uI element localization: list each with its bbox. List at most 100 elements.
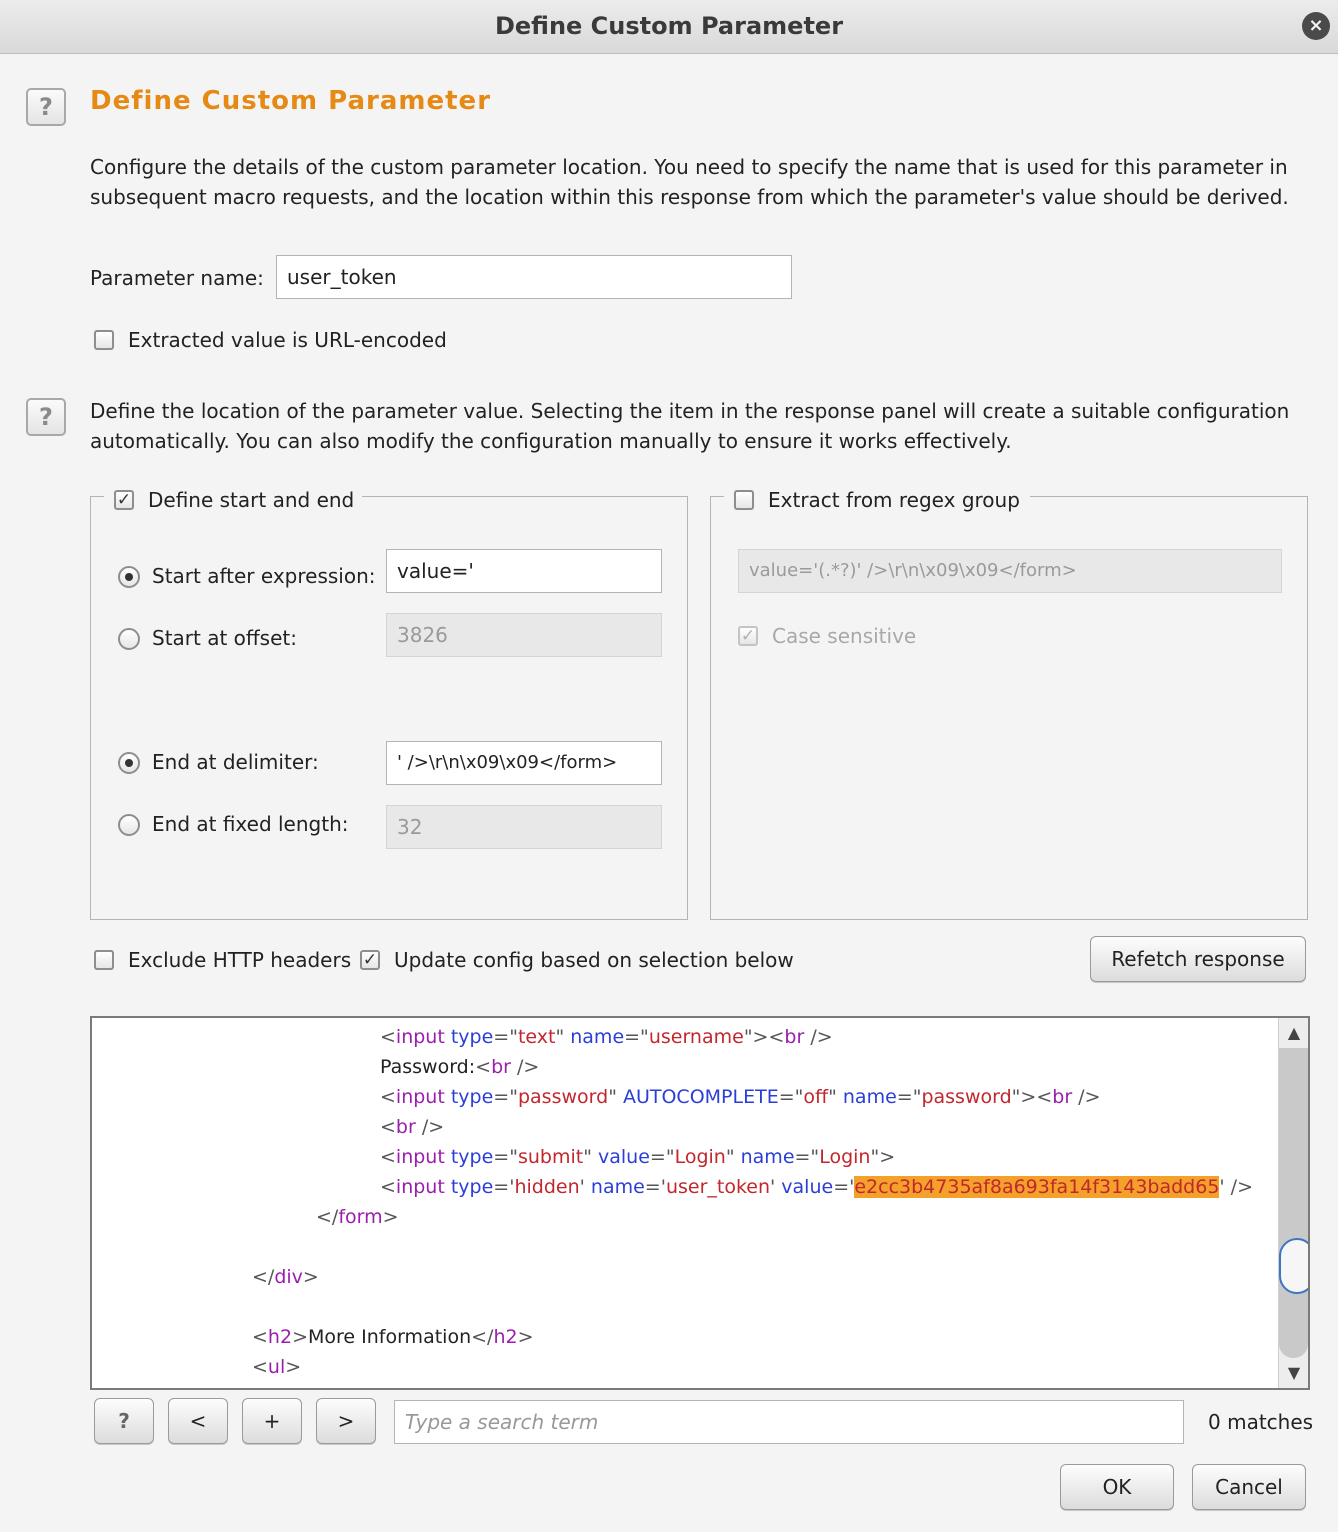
code-token: " xyxy=(725,1146,741,1168)
code-token: " xyxy=(583,1146,598,1168)
start-offset-input[interactable]: 3826 xyxy=(386,613,662,657)
end-delimiter-label: End at delimiter: xyxy=(152,750,319,774)
code-token: AUTOCOMPLETE xyxy=(622,1086,779,1108)
code-token: =' xyxy=(493,1176,515,1198)
search-add-button[interactable]: + xyxy=(242,1398,302,1444)
cancel-button[interactable]: Cancel xyxy=(1192,1464,1306,1510)
update-config-checkbox[interactable]: ✓ xyxy=(360,950,380,970)
scroll-track[interactable] xyxy=(1279,1048,1308,1358)
code-token: br xyxy=(784,1026,805,1048)
code-token: < xyxy=(380,1086,396,1108)
code-line[interactable]: <input type="password" AUTOCOMPLETE="off… xyxy=(92,1082,1278,1112)
code-token: br xyxy=(491,1056,511,1078)
window-title: Define Custom Parameter xyxy=(494,12,844,40)
code-token: > xyxy=(292,1326,308,1348)
end-fixed-input[interactable]: 32 xyxy=(386,805,662,849)
search-help-button[interactable]: ? xyxy=(94,1398,154,1444)
code-token: Login xyxy=(674,1146,726,1168)
start-offset-radio[interactable] xyxy=(118,628,140,650)
code-token: value xyxy=(781,1176,834,1198)
code-token: " xyxy=(828,1086,843,1108)
code-token: type xyxy=(450,1026,494,1048)
url-encoded-checkbox[interactable] xyxy=(94,330,114,350)
code-token: input xyxy=(395,1176,445,1198)
code-line[interactable]: </div> xyxy=(92,1262,1278,1292)
ok-button[interactable]: OK xyxy=(1060,1464,1174,1510)
code-token: =" xyxy=(778,1086,804,1108)
code-token: password xyxy=(517,1086,609,1108)
response-code[interactable]: <input type="text" name="username"><br /… xyxy=(92,1022,1278,1382)
code-line[interactable]: </form> xyxy=(92,1202,1278,1232)
code-token: input xyxy=(395,1146,445,1168)
code-token: input xyxy=(395,1086,445,1108)
search-matches: 0 matches xyxy=(1208,1410,1314,1434)
location-text: Define the location of the parameter val… xyxy=(90,399,1290,453)
code-token: value xyxy=(598,1146,650,1168)
code-token: /> xyxy=(415,1116,445,1138)
start-after-radio[interactable] xyxy=(118,566,140,588)
code-token: name xyxy=(590,1176,645,1198)
location-help-icon[interactable]: ? xyxy=(26,398,66,436)
code-token: br xyxy=(1052,1086,1073,1108)
code-token: </ xyxy=(316,1206,339,1228)
code-token: < xyxy=(380,1116,396,1138)
code-token: < xyxy=(380,1146,396,1168)
vertical-scrollbar[interactable]: ▲ ▼ xyxy=(1278,1018,1308,1388)
refetch-response-button[interactable]: Refetch response xyxy=(1090,936,1306,982)
end-delimiter-radio[interactable] xyxy=(118,752,140,774)
search-prev-button[interactable]: < xyxy=(168,1398,228,1444)
code-token: username xyxy=(648,1026,744,1048)
code-token: " xyxy=(608,1086,623,1108)
code-line[interactable]: <ul> xyxy=(92,1352,1278,1382)
code-token: form xyxy=(338,1206,383,1228)
intro-text: Configure the details of the custom para… xyxy=(90,155,1289,209)
code-token: input xyxy=(395,1026,445,1048)
code-token: h2 xyxy=(267,1326,293,1348)
start-end-checkbox[interactable]: ✓ xyxy=(114,490,134,510)
code-token: ' xyxy=(579,1176,591,1198)
code-token: name xyxy=(740,1146,795,1168)
search-input[interactable]: Type a search term xyxy=(394,1400,1184,1444)
scroll-thumb[interactable] xyxy=(1279,1238,1308,1294)
scroll-down-icon[interactable]: ▼ xyxy=(1279,1358,1308,1388)
code-line[interactable]: <br /> xyxy=(92,1112,1278,1142)
close-icon[interactable]: × xyxy=(1302,12,1330,40)
code-line[interactable] xyxy=(92,1232,1278,1262)
code-token: =' xyxy=(833,1176,855,1198)
code-line[interactable]: <input type="text" name="username"><br /… xyxy=(92,1022,1278,1052)
code-token: > xyxy=(382,1206,399,1228)
code-token: ">< xyxy=(1011,1086,1053,1108)
code-token: ' /> xyxy=(1219,1176,1254,1198)
code-token: < xyxy=(475,1056,492,1078)
param-name-label: Parameter name: xyxy=(90,266,264,290)
response-editor[interactable]: <input type="text" name="username"><br /… xyxy=(90,1016,1310,1390)
regex-input[interactable]: value='(.*?)' />\r\n\x09\x09</form> xyxy=(738,549,1282,593)
code-token: < xyxy=(252,1326,268,1348)
code-token: /> xyxy=(510,1056,540,1078)
start-end-legend: ✓ Define start and end xyxy=(104,484,362,514)
regex-label: Extract from regex group xyxy=(768,488,1020,512)
search-next-button[interactable]: > xyxy=(316,1398,376,1444)
code-token: hidden xyxy=(514,1176,580,1198)
code-token: "> xyxy=(870,1146,896,1168)
code-token: Login xyxy=(819,1146,871,1168)
exclude-headers-checkbox[interactable] xyxy=(94,950,114,970)
section-title: Define Custom Parameter xyxy=(90,86,492,116)
code-line[interactable]: <h2>More Information</h2> xyxy=(92,1322,1278,1352)
case-sensitive-checkbox[interactable]: ✓ xyxy=(738,626,758,646)
code-token: ">< xyxy=(743,1026,785,1048)
end-fixed-radio[interactable] xyxy=(118,814,140,836)
help-icon[interactable]: ? xyxy=(26,88,66,126)
exclude-headers-label: Exclude HTTP headers xyxy=(128,948,352,972)
regex-checkbox[interactable] xyxy=(734,490,754,510)
code-line[interactable]: <input type="submit" value="Login" name=… xyxy=(92,1142,1278,1172)
start-after-input[interactable]: value=' xyxy=(386,549,662,593)
end-delimiter-input[interactable]: ' />\r\n\x09\x09</form> xyxy=(386,741,662,785)
code-token: Password: xyxy=(380,1056,476,1078)
param-name-input[interactable]: user_token xyxy=(276,255,792,299)
code-line[interactable]: <input type='hidden' name='user_token' v… xyxy=(92,1172,1278,1202)
code-line[interactable]: Password:<br /> xyxy=(92,1052,1278,1082)
code-token: </ xyxy=(252,1266,275,1288)
code-line[interactable] xyxy=(92,1292,1278,1322)
scroll-up-icon[interactable]: ▲ xyxy=(1279,1018,1308,1048)
